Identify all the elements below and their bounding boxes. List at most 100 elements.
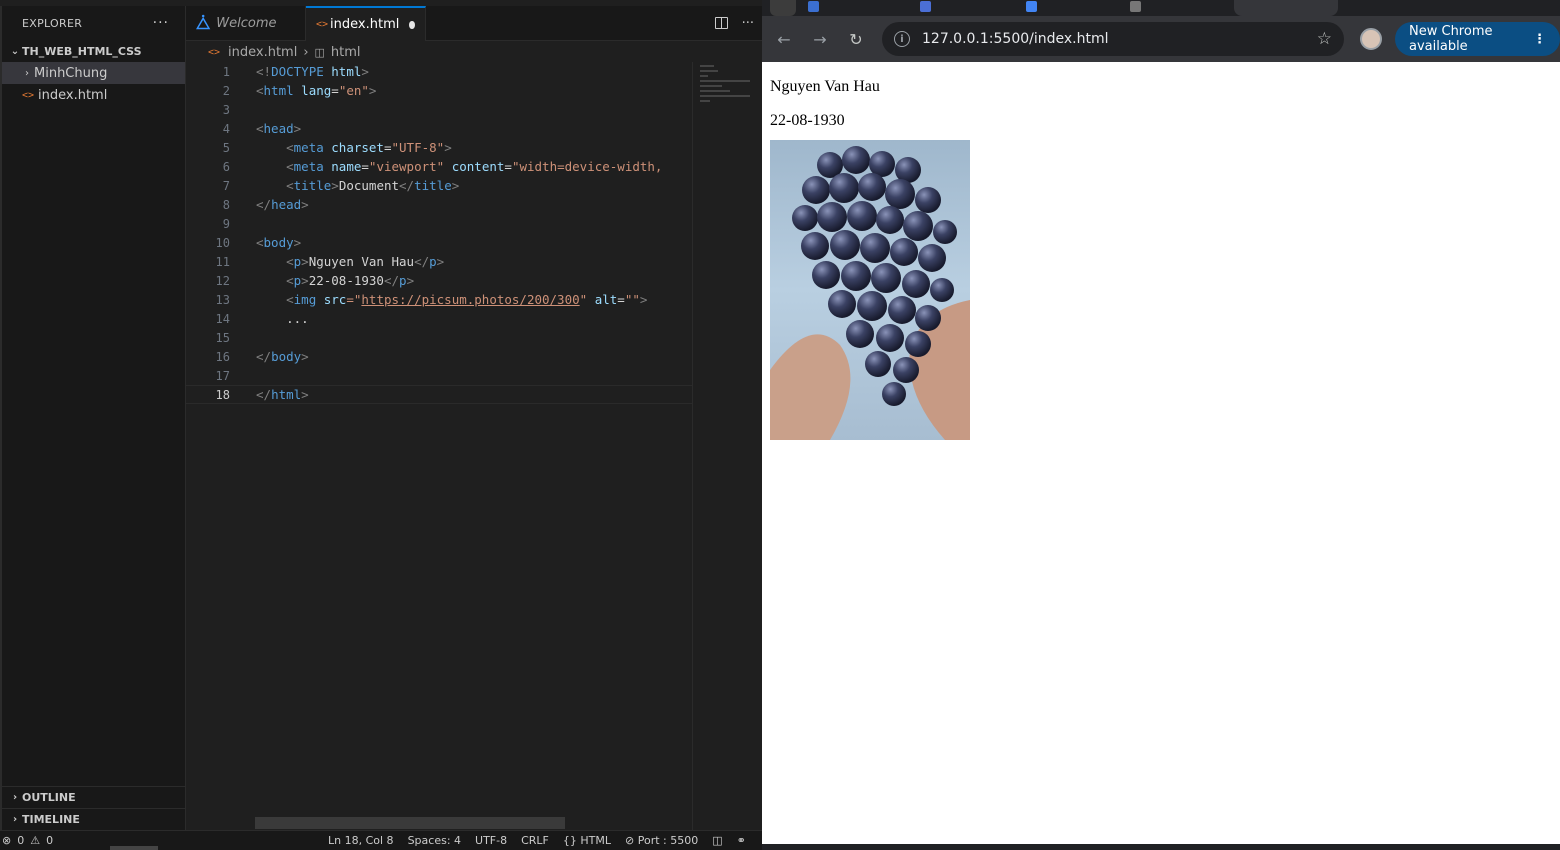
chrome-tab[interactable] bbox=[770, 0, 796, 16]
chevron-right-icon: › bbox=[303, 44, 309, 60]
chrome-tabstrip bbox=[762, 0, 1560, 16]
html-file-icon: <> bbox=[207, 46, 221, 58]
line-number: 4 bbox=[222, 121, 230, 136]
tab-index-html[interactable]: <> index.html bbox=[306, 6, 426, 41]
outline-label: OUTLINE bbox=[22, 791, 76, 804]
editor-actions: ··· bbox=[714, 6, 762, 40]
profile-avatar[interactable] bbox=[1360, 28, 1382, 50]
no-entry-icon: ⊘ bbox=[625, 834, 635, 847]
forward-arrow-icon[interactable]: → bbox=[806, 25, 834, 53]
outline-section[interactable]: › OUTLINE bbox=[2, 786, 186, 808]
tree-file-index-html[interactable]: <> index.html bbox=[2, 84, 185, 106]
braces-icon: {} bbox=[562, 834, 577, 847]
tab-favicon-icon bbox=[1130, 0, 1141, 12]
breadcrumb-file[interactable]: index.html bbox=[228, 45, 297, 60]
code-line: 8 </head> bbox=[186, 195, 693, 214]
layout-icon[interactable]: ◫ bbox=[712, 834, 722, 847]
line-number: 18 bbox=[215, 387, 230, 402]
grapes-photo bbox=[770, 140, 970, 440]
code-line: 17 bbox=[186, 366, 693, 385]
code-line: 11 <p>Nguyen Van Hau</p> bbox=[186, 252, 693, 271]
html-file-icon: <> bbox=[21, 89, 35, 101]
line-number: 12 bbox=[215, 273, 230, 288]
cursor-position[interactable]: Ln 18, Col 8 bbox=[328, 834, 394, 847]
horizontal-scrollbar[interactable] bbox=[255, 817, 565, 829]
encoding[interactable]: UTF-8 bbox=[475, 834, 507, 847]
error-count: 0 bbox=[17, 834, 25, 847]
workspace-folder[interactable]: ⌄ TH_WEB_HTML_CSS bbox=[2, 40, 185, 62]
warning-icon: ⚠ bbox=[30, 834, 41, 847]
tab-label: index.html bbox=[330, 17, 400, 32]
editor-tabbar: ⧊ Welcome <> index.html ··· bbox=[186, 6, 762, 41]
code-line: 13 <img src="https://picsum.photos/200/3… bbox=[186, 290, 693, 309]
explorer-more-icon[interactable]: ··· bbox=[153, 15, 169, 31]
new-chrome-available-button[interactable]: New Chrome available ⋮ bbox=[1395, 22, 1560, 56]
live-server-port[interactable]: ⊘ Port : 5500 bbox=[625, 834, 698, 847]
explorer-sidebar: EXPLORER ··· ⌄ TH_WEB_HTML_CSS › MinhChu… bbox=[0, 6, 186, 830]
tree-item-label: MinhChung bbox=[34, 65, 108, 81]
line-number: 10 bbox=[215, 235, 230, 250]
split-editor-icon[interactable] bbox=[714, 17, 728, 29]
code-line: 3 bbox=[186, 100, 693, 119]
html-file-icon: <> bbox=[316, 19, 329, 30]
site-info-icon[interactable]: i bbox=[894, 31, 910, 47]
more-actions-icon[interactable]: ··· bbox=[742, 16, 754, 31]
tab-favicon-icon bbox=[1026, 0, 1037, 12]
chrome-tab[interactable] bbox=[1130, 0, 1147, 16]
chrome-tab-active[interactable] bbox=[1234, 0, 1338, 16]
line-number: 6 bbox=[222, 159, 230, 174]
timeline-section[interactable]: › TIMELINE bbox=[2, 808, 186, 830]
code-line: 7 <title>Document</title> bbox=[186, 176, 693, 195]
editor-divider bbox=[692, 62, 693, 830]
grapes-illustration bbox=[770, 146, 970, 440]
problems-indicator[interactable]: ⊗ 0 ⚠ 0 bbox=[0, 834, 53, 847]
minimap[interactable] bbox=[698, 62, 758, 102]
line-ending[interactable]: CRLF bbox=[521, 834, 549, 847]
language-mode[interactable]: {} HTML bbox=[563, 834, 611, 847]
code-line: 14 ... bbox=[186, 309, 693, 328]
vscode-window: EXPLORER ··· ⌄ TH_WEB_HTML_CSS › MinhChu… bbox=[0, 0, 762, 850]
code-line-current: 18 </html> bbox=[186, 385, 693, 404]
unsaved-dot-icon[interactable] bbox=[409, 20, 415, 29]
line-number: 8 bbox=[222, 197, 230, 212]
code-line: 4 <head> bbox=[186, 119, 693, 138]
code-line: 6 <meta name="viewport" content="width=d… bbox=[186, 157, 693, 176]
back-arrow-icon[interactable]: ← bbox=[770, 25, 798, 53]
reload-icon[interactable]: ↻ bbox=[842, 25, 870, 53]
address-bar[interactable]: i 127.0.0.1:5500/index.html ☆ bbox=[882, 22, 1344, 56]
code-line: 12 <p>22-08-1930</p> bbox=[186, 271, 693, 290]
bell-icon[interactable]: ⚭ bbox=[737, 834, 746, 847]
bookmark-star-icon[interactable]: ☆ bbox=[1317, 29, 1332, 49]
line-number: 15 bbox=[215, 330, 230, 345]
url-text: 127.0.0.1:5500/index.html bbox=[922, 31, 1109, 47]
tree-folder-minhchung[interactable]: › MinhChung bbox=[2, 62, 185, 84]
indentation[interactable]: Spaces: 4 bbox=[408, 834, 461, 847]
window-bottom-edge bbox=[762, 844, 1560, 850]
line-number: 13 bbox=[215, 292, 230, 307]
chevron-right-icon: › bbox=[12, 814, 18, 825]
vscode-logo-icon: ⧊ bbox=[196, 13, 211, 33]
breadcrumb: <> index.html › ◫ html bbox=[186, 42, 361, 62]
code-line: 9 bbox=[186, 214, 693, 233]
chrome-tab[interactable] bbox=[920, 0, 937, 16]
chrome-tab[interactable] bbox=[1026, 0, 1043, 16]
line-number: 5 bbox=[222, 140, 230, 155]
page-date-text: 22-08-1930 bbox=[770, 112, 845, 129]
breadcrumb-symbol[interactable]: html bbox=[331, 45, 361, 60]
tab-label: Welcome bbox=[216, 16, 277, 31]
panel-scroll-thumb[interactable] bbox=[110, 846, 158, 850]
workspace-label: TH_WEB_HTML_CSS bbox=[22, 44, 142, 58]
kebab-menu-icon: ⋮ bbox=[1533, 31, 1546, 47]
page-name-text: Nguyen Van Hau bbox=[770, 78, 880, 95]
code-line: 2 <html lang="en"> bbox=[186, 81, 693, 100]
line-number: 16 bbox=[215, 349, 230, 364]
code-link[interactable]: https://picsum.photos/200/300 bbox=[361, 292, 579, 307]
code-editor[interactable]: 1 <!DOCTYPE html> 2 <html lang="en"> 3 4 <h… bbox=[186, 62, 693, 830]
rendered-page: Nguyen Van Hau 22-08-1930 bbox=[762, 62, 1560, 844]
chrome-tab[interactable] bbox=[808, 0, 825, 16]
symbol-icon: ◫ bbox=[314, 45, 325, 59]
line-number: 7 bbox=[222, 178, 230, 193]
code-line: 16 </body> bbox=[186, 347, 693, 366]
explorer-header: EXPLORER ··· bbox=[2, 6, 185, 40]
tab-welcome[interactable]: ⧊ Welcome bbox=[186, 6, 306, 41]
